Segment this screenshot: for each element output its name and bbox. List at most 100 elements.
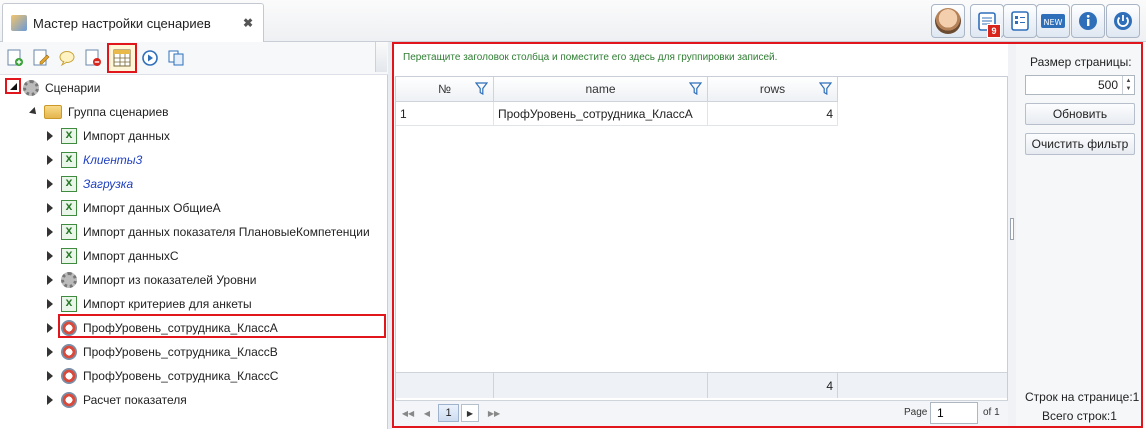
column-header-name[interactable]: name <box>494 77 708 102</box>
gear-icon <box>61 272 77 288</box>
right-panel-splitter[interactable] <box>1008 44 1016 426</box>
tree-group-label: Группа сценариев <box>68 105 169 119</box>
rows-on-page-status: Строк на странице:1 <box>1025 390 1140 404</box>
tree-item[interactable]: ПрофУровень_сотрудника_КлассB <box>47 341 278 363</box>
expand-triangle-icon[interactable] <box>47 299 53 309</box>
tree-root-scenarios[interactable]: Сценарии <box>23 77 100 99</box>
comment-icon <box>59 51 75 67</box>
tab-title: Мастер настройки сценариев <box>33 15 211 31</box>
column-header-label: rows <box>759 82 786 96</box>
edit-doc-icon <box>33 49 50 66</box>
filter-funnel-icon[interactable] <box>475 82 488 95</box>
info-icon <box>1079 12 1097 30</box>
excel-icon: X <box>61 128 77 144</box>
excel-icon: X <box>61 224 77 240</box>
tree-item-label: Импорт данных <box>83 129 170 143</box>
expand-triangle-icon[interactable] <box>47 323 53 333</box>
news-button[interactable]: NEW <box>1036 4 1070 38</box>
cell-number[interactable]: 1 <box>396 102 494 126</box>
scenario-icon <box>61 320 77 336</box>
expand-triangle-icon[interactable] <box>47 347 53 357</box>
filter-funnel-icon[interactable] <box>819 82 832 95</box>
rows-total-status: Всего строк:1 <box>1042 409 1117 423</box>
tree-item[interactable]: ПрофУровень_сотрудника_КлассА <box>47 317 278 339</box>
page-size-spinner[interactable]: ▲ ▼ <box>1122 76 1134 94</box>
tree-group-scenarios[interactable]: Группа сценариев <box>29 101 169 123</box>
prev-page-icon[interactable]: ◀ <box>419 405 435 421</box>
tree-item[interactable]: X Импорт данных ОбщиеА <box>47 197 221 219</box>
run-scenario-button[interactable] <box>140 48 160 68</box>
page-label: Page <box>904 407 928 418</box>
tree-item[interactable]: X Импорт данных показателя ПлановыеКомпет… <box>47 221 370 243</box>
excel-icon: X <box>61 200 77 216</box>
last-page-icon[interactable]: ▶▶ <box>486 405 502 421</box>
tree-item[interactable]: ПрофУровень_сотрудника_КлассC <box>47 365 278 387</box>
table-icon <box>113 49 131 67</box>
scenario-icon <box>61 344 77 360</box>
exit-button[interactable] <box>1106 4 1140 38</box>
tree-item-label: ПрофУровень_сотрудника_КлассC <box>83 369 279 383</box>
splitter-grip[interactable] <box>1010 218 1014 240</box>
expand-triangle-icon[interactable] <box>47 203 53 213</box>
delete-doc-icon <box>85 49 101 66</box>
expand-triangle-icon[interactable] <box>47 395 53 405</box>
page-number-input[interactable] <box>930 402 978 424</box>
spin-up-icon[interactable]: ▲ <box>1126 77 1132 85</box>
expand-triangle-icon[interactable] <box>47 155 53 165</box>
expand-triangle-icon[interactable] <box>47 227 53 237</box>
tab-scenario-wizard[interactable]: Мастер настройки сценариев ✖ <box>2 3 264 42</box>
page-size-input[interactable]: 500 <box>1025 75 1135 95</box>
current-page-button[interactable]: 1 <box>438 404 459 422</box>
footer-cell-empty <box>838 372 1007 398</box>
tab-close-icon[interactable]: ✖ <box>243 16 253 30</box>
expand-triangle-icon[interactable] <box>47 131 53 141</box>
info-button[interactable] <box>1071 4 1105 38</box>
cell-rows[interactable]: 4 <box>708 102 838 126</box>
tree-item[interactable]: Импорт из показателей Уровни <box>47 269 256 291</box>
tree-item[interactable]: X Клиенты3 <box>47 149 142 171</box>
tasks-button[interactable] <box>1003 4 1037 38</box>
column-header-rows[interactable]: rows <box>708 77 838 102</box>
tree-item-label: Импорт из показателей Уровни <box>83 273 257 287</box>
avatar <box>935 8 961 34</box>
checklist-icon <box>1011 11 1029 31</box>
tree-item[interactable]: X Импорт данныхС <box>47 245 179 267</box>
notification-badge: 9 <box>987 24 1001 38</box>
root-collapse-toggle[interactable] <box>5 78 21 94</box>
expanded-triangle-icon[interactable] <box>29 107 39 117</box>
paging-panel <box>1016 44 1141 426</box>
expand-triangle-icon[interactable] <box>47 179 53 189</box>
expand-triangle-icon[interactable] <box>47 275 53 285</box>
first-page-icon[interactable]: ◀◀ <box>400 405 416 421</box>
delete-scenario-button[interactable] <box>83 48 103 68</box>
power-icon <box>1114 12 1132 30</box>
svg-text:NEW: NEW <box>1044 18 1063 27</box>
tree-item-label: ПрофУровень_сотрудника_КлассB <box>83 345 278 359</box>
copy-scenario-button[interactable] <box>166 48 186 68</box>
tree-item-label: Импорт данных ОбщиеА <box>83 201 221 215</box>
expand-triangle-icon[interactable] <box>47 251 53 261</box>
toolbar-scroll-arrow[interactable] <box>375 42 387 72</box>
filter-funnel-icon[interactable] <box>689 82 702 95</box>
tree-item[interactable]: X Импорт данных <box>47 125 170 147</box>
scenario-icon <box>61 392 77 408</box>
excel-icon: X <box>61 296 77 312</box>
spin-down-icon[interactable]: ▼ <box>1126 85 1132 93</box>
tree-item[interactable]: X Загрузка <box>47 173 133 195</box>
column-header-label: name <box>585 82 616 96</box>
rename-button[interactable] <box>57 48 77 68</box>
news-icon: NEW <box>1041 14 1065 28</box>
next-page-icon[interactable]: ▶ <box>461 404 479 422</box>
add-scenario-button[interactable] <box>5 48 25 68</box>
edit-scenario-button[interactable] <box>31 48 51 68</box>
user-avatar-button[interactable] <box>931 4 965 38</box>
clear-filter-button[interactable]: Очистить фильтр <box>1025 133 1135 155</box>
tree-item[interactable]: X Импорт критериев для анкеты <box>47 293 252 315</box>
column-header-number[interactable]: № <box>396 77 494 102</box>
refresh-button[interactable]: Обновить <box>1025 103 1135 125</box>
cell-name[interactable]: ПрофУровень_сотрудника_КлассА <box>494 102 708 126</box>
excel-icon: X <box>61 176 77 192</box>
expand-triangle-icon[interactable] <box>47 371 53 381</box>
view-data-button[interactable] <box>107 43 137 73</box>
tree-item[interactable]: Расчет показателя <box>47 389 187 411</box>
